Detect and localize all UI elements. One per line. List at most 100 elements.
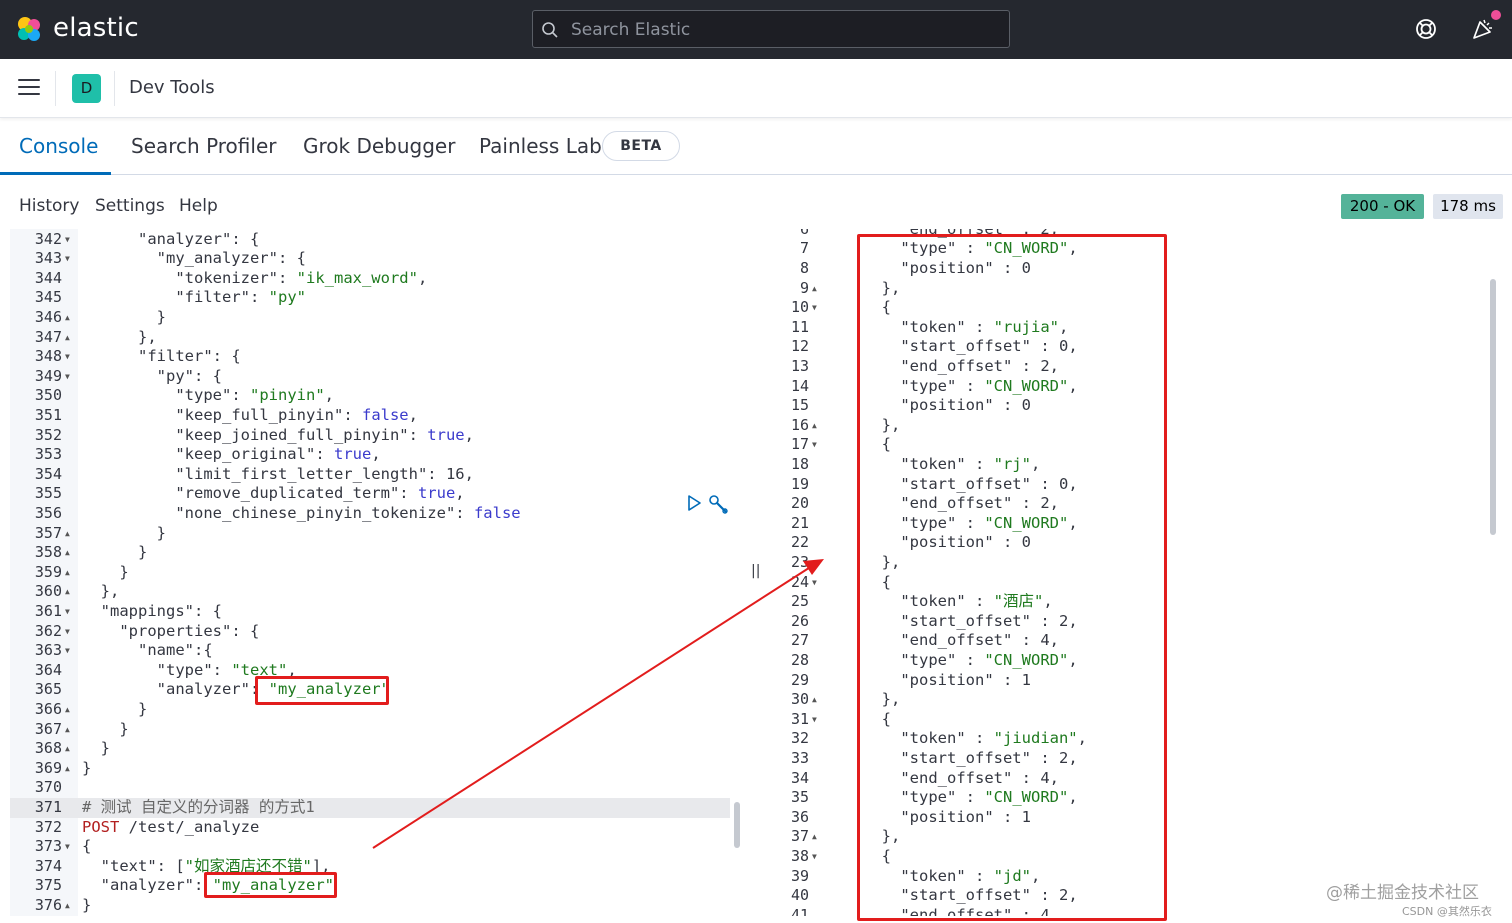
fold-arrow-up-icon[interactable]: ▲ [65,720,70,740]
space-avatar[interactable]: D [72,74,101,103]
fold-arrow-down-icon[interactable]: ▼ [65,837,70,857]
line-number: 364 [34,660,62,679]
fold-arrow-down-icon[interactable]: ▼ [812,298,817,318]
fold-arrow-up-icon[interactable]: ▲ [65,308,70,328]
line-number: 12 [790,337,809,356]
fold-arrow-down-icon[interactable]: ▼ [65,347,70,367]
line-number: 368 [34,739,62,758]
fold-arrow-up-icon[interactable]: ▲ [65,328,70,348]
line-number: 27 [790,631,809,650]
panel-resize-handle[interactable]: || [751,563,760,579]
fold-arrow-up-icon[interactable]: ▲ [65,543,70,563]
line-number: 9 [799,278,809,297]
fold-arrow-up-icon[interactable]: ▲ [812,690,817,710]
code-text: "filter": { [138,347,241,366]
line-number: 353 [34,445,62,464]
code-text: "keep_full_pinyin": false, [175,406,418,424]
tab-search-profiler[interactable]: Search Profiler [131,134,276,158]
line-number: 354 [34,464,62,483]
watermark: @稀土掘金技术社区 [1326,883,1479,903]
code-text: POST /test/_analyze [82,817,260,836]
wrench-icon[interactable] [708,494,730,514]
watermark-sub: CSDN @其然乐衣 [1402,905,1492,918]
fold-arrow-up-icon[interactable]: ▲ [812,553,817,573]
brand-name[interactable]: elastic [53,13,139,43]
response-time-badge: 178 ms [1433,194,1503,219]
request-editor[interactable]: 342 ▼ "analyzer": {343 ▼ "my_analyzer": {3… [10,229,745,916]
line-number: 13 [790,357,809,375]
fold-arrow-down-icon[interactable]: ▼ [65,602,70,622]
fold-arrow-down-icon[interactable]: ▼ [65,230,70,250]
newsfeed-icon[interactable] [1470,16,1496,42]
line-number: 17 [790,435,809,454]
fold-arrow-up-icon[interactable]: ▲ [65,582,70,602]
tab-painless-lab[interactable]: Painless Lab [479,134,602,158]
fold-arrow-down-icon[interactable]: ▼ [812,573,817,593]
line-number: 37 [790,827,809,846]
line-number: 349 [34,366,62,385]
line-number: 25 [790,592,809,611]
line-number: 32 [790,729,809,748]
status-badge: 200 - OK [1341,194,1424,219]
line-number: 355 [34,484,62,503]
fold-arrow-up-icon[interactable]: ▲ [812,827,817,847]
line-number: 347 [34,327,62,346]
fold-arrow-up-icon[interactable]: ▲ [65,563,70,583]
line-number: 39 [790,866,809,885]
line-number: 370 [34,778,62,797]
code-text: } [82,308,166,326]
fold-arrow-down-icon[interactable]: ▼ [65,249,70,269]
settings-link[interactable]: Settings [95,196,165,216]
tab-grok-debugger[interactable]: Grok Debugger [303,134,455,158]
line-number: 350 [34,386,62,405]
code-text: "tokenizer": "ik_max_word", [175,268,428,287]
annotation-box-mapping-analyzer [255,676,389,705]
line-number: 365 [34,680,62,699]
code-text: "none_chinese_pinyin_tokenize": false [175,504,521,522]
response-scrollbar[interactable] [1490,279,1496,535]
fold-arrow-down-icon[interactable]: ▼ [812,710,817,730]
line-number: 372 [34,817,62,836]
line-number: 356 [34,504,62,522]
help-link[interactable]: Help [179,196,218,216]
line-number: 31 [790,709,809,728]
fold-arrow-up-icon[interactable]: ▲ [812,279,817,299]
search-input[interactable]: Search Elastic [532,10,1010,48]
help-icon[interactable] [1413,16,1439,42]
fold-arrow-down-icon[interactable]: ▼ [65,641,70,661]
elastic-logo-icon[interactable] [14,14,44,44]
fold-arrow-up-icon[interactable]: ▲ [65,896,70,916]
fold-arrow-down-icon[interactable]: ▼ [812,847,817,867]
line-number: 30 [790,690,809,709]
line-number: 14 [790,376,809,395]
code-text: # 测试 自定义的分词器 的方式1 [82,798,315,816]
line-number: 15 [790,396,809,415]
line-number: 358 [34,543,62,562]
code-text: } [82,739,110,758]
line-number: 23 [790,553,809,571]
fold-arrow-up-icon[interactable]: ▲ [65,524,70,544]
code-text: } [82,543,148,562]
line-number: 7 [799,239,809,258]
fold-arrow-up-icon[interactable]: ▲ [65,739,70,759]
fold-arrow-down-icon[interactable]: ▼ [812,435,817,455]
history-link[interactable]: History [19,196,79,216]
code-text: } [82,562,129,581]
fold-arrow-up-icon[interactable]: ▲ [65,700,70,720]
line-number: 376 [34,896,62,914]
request-scrollbar[interactable] [734,802,740,848]
fold-arrow-up-icon[interactable]: ▲ [65,759,70,779]
tab-console[interactable]: Console [19,134,98,158]
dev-tools-tabs: Console Search Profiler Grok Debugger Pa… [0,120,1512,175]
line-number: 361 [34,602,62,620]
line-number: 363 [34,641,62,660]
play-icon[interactable] [686,494,702,512]
code-text: "name":{ [138,641,213,660]
fold-arrow-up-icon[interactable]: ▲ [812,416,817,436]
code-text: "properties": { [119,621,260,640]
line-number: 24 [790,572,809,591]
fold-arrow-down-icon[interactable]: ▼ [65,367,70,387]
menu-toggle-button[interactable] [18,79,40,97]
fold-arrow-down-icon[interactable]: ▼ [65,622,70,642]
line-number: 351 [34,406,62,424]
